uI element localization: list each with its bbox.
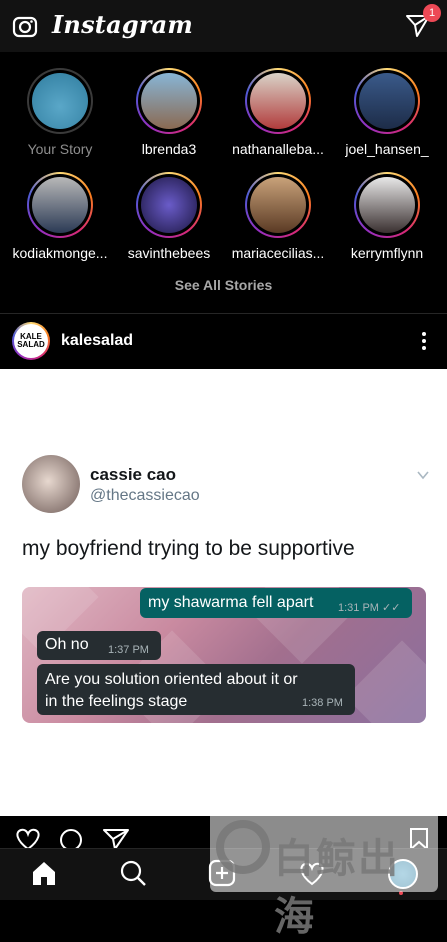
avatar: [32, 73, 88, 129]
tweet-author-name: cassie cao: [90, 465, 177, 484]
avatar: [359, 73, 415, 129]
story-label: joel_hansen_: [345, 141, 429, 157]
chat-bubble-incoming: Are you solution oriented about it or in…: [37, 664, 355, 715]
watermark: 白鲸出海: [210, 808, 438, 939]
chat-message-time: 1:37 PM: [108, 644, 149, 656]
heart-icon[interactable]: [14, 828, 42, 850]
story-item[interactable]: kodiakmonge...: [10, 172, 110, 261]
more-options-icon[interactable]: [421, 330, 427, 350]
stories-tray: Your Story lbrenda3 nathanalleba... joel…: [0, 52, 447, 312]
chat-message-time: 1:38 PM: [302, 697, 343, 709]
story-label: nathanalleba...: [232, 141, 324, 157]
story-item[interactable]: kerrymflynn: [337, 172, 437, 261]
post-image[interactable]: cassie cao @thecassiecao my boyfriend tr…: [0, 369, 447, 816]
see-all-stories-button[interactable]: See All Stories: [0, 277, 447, 293]
share-icon[interactable]: [102, 828, 130, 850]
home-icon[interactable]: [30, 859, 58, 887]
avatar: [141, 177, 197, 233]
search-icon[interactable]: [119, 859, 147, 887]
notification-badge: 1: [423, 4, 441, 22]
avatar: [250, 73, 306, 129]
camera-icon[interactable]: [12, 13, 38, 39]
story-label: savinthebees: [127, 245, 211, 261]
post-header: KALE SALAD kalesalad: [0, 313, 447, 370]
story-item[interactable]: lbrenda3: [119, 68, 219, 157]
story-label: kodiakmonge...: [12, 245, 108, 261]
chat-bubble-incoming: Oh no 1:37 PM: [37, 631, 161, 660]
chat-message-text: Are you solution oriented about it or in…: [45, 671, 298, 710]
post-username[interactable]: kalesalad: [61, 332, 133, 350]
chat-message-text: Oh no: [45, 636, 89, 653]
story-label: lbrenda3: [141, 141, 197, 157]
chat-bubble-outgoing: my shawarma fell apart 1:31 PM ✓✓: [140, 588, 412, 618]
watermark-text: 白鲸出海: [274, 837, 400, 939]
story-label: mariacecilias...: [231, 245, 325, 261]
instagram-logo: Instagram: [52, 10, 193, 39]
chat-screenshot: my shawarma fell apart 1:31 PM ✓✓ Oh no …: [22, 587, 426, 723]
story-your-story[interactable]: Your Story: [10, 68, 110, 157]
chevron-down-icon: [417, 471, 429, 480]
post-avatar[interactable]: KALE SALAD: [12, 322, 50, 360]
tweet-author-handle: @thecassiecao: [90, 487, 200, 504]
comment-icon[interactable]: [58, 828, 86, 850]
avatar: [359, 177, 415, 233]
top-bar: Instagram 1: [0, 0, 447, 52]
tweet-text: my boyfriend trying to be supportive: [22, 537, 355, 560]
avatar: [250, 177, 306, 233]
avatar: [141, 73, 197, 129]
story-item[interactable]: nathanalleba...: [228, 68, 328, 157]
story-item[interactable]: joel_hansen_: [337, 68, 437, 157]
avatar-logo-text: KALE SALAD: [14, 324, 48, 358]
story-item[interactable]: mariacecilias...: [228, 172, 328, 261]
story-item[interactable]: savinthebees: [119, 172, 219, 261]
tweet-avatar: [22, 455, 80, 513]
avatar: [32, 177, 88, 233]
watermark-logo: [216, 820, 270, 874]
story-label: kerrymflynn: [350, 245, 424, 261]
chat-message-text: my shawarma fell apart: [148, 594, 314, 611]
story-label: Your Story: [27, 141, 93, 157]
chat-message-time: 1:31 PM ✓✓: [338, 602, 401, 614]
